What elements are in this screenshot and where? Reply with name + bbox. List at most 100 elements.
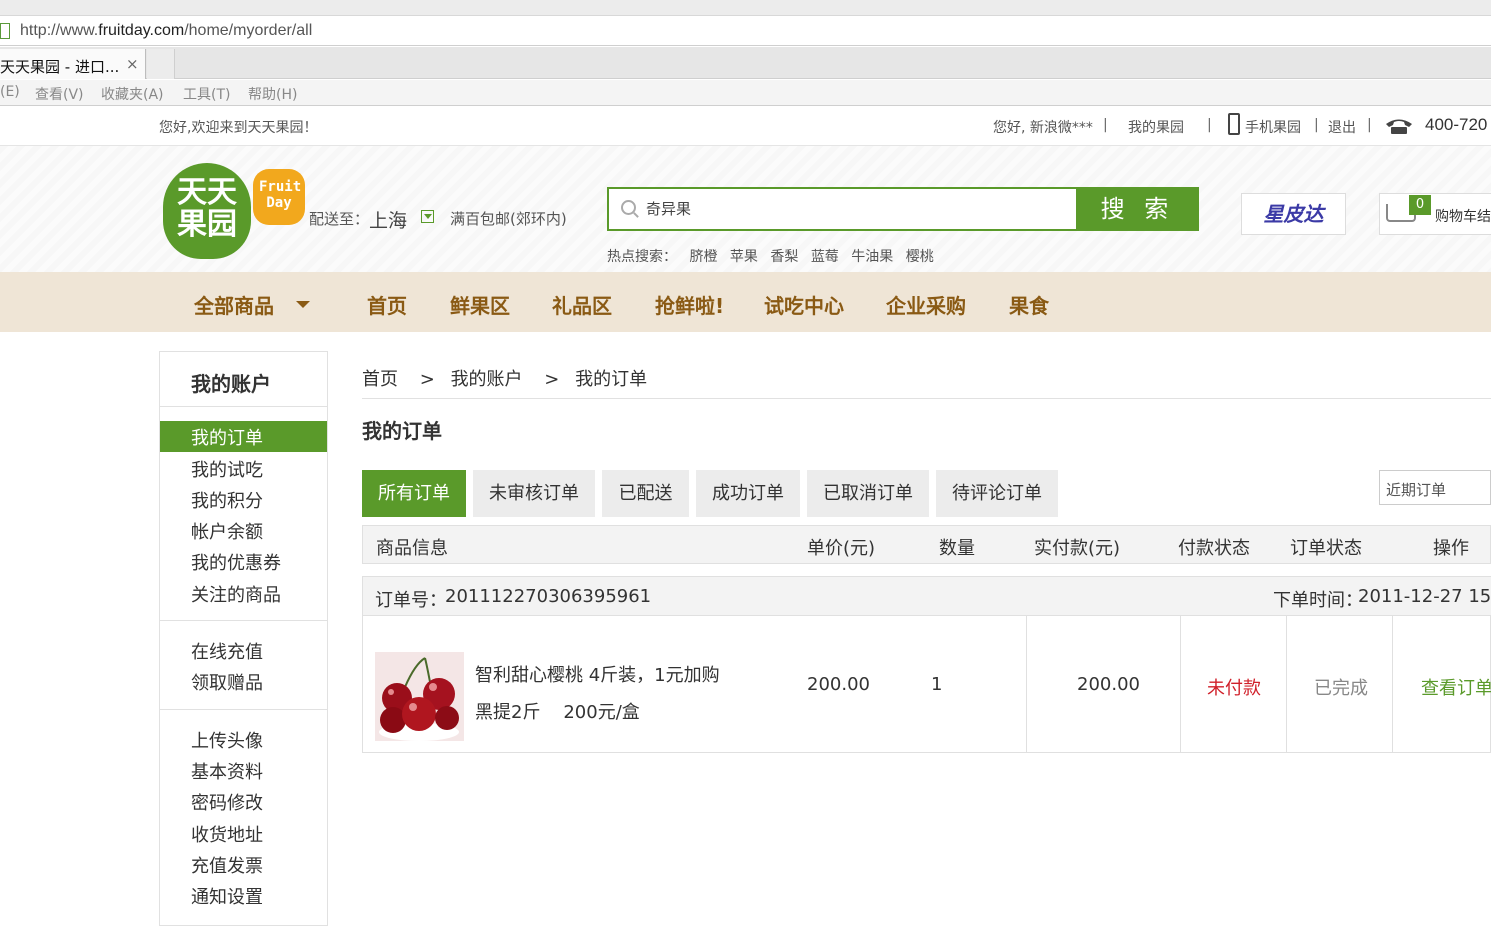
- product-image[interactable]: [375, 652, 464, 741]
- tab-cancelled[interactable]: 已取消订单: [807, 470, 929, 517]
- user-greeting[interactable]: 您好, 新浪微***: [993, 117, 1093, 137]
- nav-item-home[interactable]: 首页: [367, 290, 407, 319]
- cart-count-badge: 0: [1409, 195, 1431, 215]
- search-box[interactable]: [607, 187, 1077, 231]
- nav-item-trial[interactable]: 试吃中心: [764, 290, 844, 319]
- tab-successful[interactable]: 成功订单: [696, 470, 800, 517]
- site-favicon-icon: [0, 23, 10, 39]
- order-row-header: 订单号： 201112270306395961 下单时间： 2011-12-27…: [363, 577, 1491, 616]
- sidebar-divider: [160, 620, 327, 621]
- hot-search-term[interactable]: 樱桃: [906, 249, 934, 265]
- product-spec: 黑提2斤 200元/盒: [475, 702, 640, 723]
- quantity: 1: [931, 674, 943, 695]
- sidebar-item-avatar[interactable]: 上传头像: [191, 727, 263, 753]
- column-divider: [1286, 616, 1287, 753]
- hot-search-term[interactable]: 苹果: [730, 249, 758, 265]
- address-bar[interactable]: http://www.fruitday.com/home/myorder/all: [0, 16, 1491, 46]
- hot-search-term[interactable]: 牛油果: [851, 249, 893, 265]
- hot-search-term[interactable]: 蓝莓: [811, 249, 839, 265]
- deliver-city[interactable]: 上海: [369, 206, 407, 233]
- close-icon[interactable]: ×: [126, 55, 139, 73]
- hot-search-bar: 热点搜索： 脐橙 苹果 香梨 蓝莓 牛油果 樱桃: [607, 246, 942, 266]
- column-divider: [1180, 616, 1181, 753]
- topbar-separator: |: [1103, 117, 1108, 133]
- menu-favorites[interactable]: 收藏夹(A): [101, 84, 164, 104]
- partner-logo[interactable]: 星皮达: [1241, 193, 1346, 235]
- view-order-link[interactable]: 查看订单: [1421, 674, 1491, 700]
- sidebar-item-password[interactable]: 密码修改: [191, 789, 263, 815]
- tab-delivered[interactable]: 已配送: [602, 470, 689, 517]
- breadcrumb-home[interactable]: 首页: [362, 369, 398, 390]
- menu-help[interactable]: 帮助(H): [248, 84, 297, 104]
- url-text[interactable]: http://www.fruitday.com/home/myorder/all: [20, 22, 312, 40]
- sidebar-item-recharge[interactable]: 在线充值: [191, 638, 263, 664]
- nav-item-fruit-food[interactable]: 果食: [1009, 290, 1049, 319]
- nav-item-enterprise[interactable]: 企业采购: [886, 290, 966, 319]
- column-paid: 实付款(元): [1034, 538, 1121, 559]
- sidebar-item-profile[interactable]: 基本资料: [191, 758, 263, 784]
- order-number-label: 订单号：: [375, 590, 447, 611]
- column-action: 操作: [1433, 538, 1469, 559]
- site-header: 天天果园 Fruit Day 配送至： 上海 满百包邮(郊环内) 搜 索 热点搜…: [0, 146, 1491, 272]
- sidebar-divider: [160, 709, 327, 710]
- telephone-icon: [1386, 119, 1412, 134]
- hot-search-term[interactable]: 脐橙: [689, 249, 717, 265]
- column-product-info: 商品信息: [376, 538, 448, 559]
- account-sidebar: 我的账户 我的订单 我的试吃 我的积分 帐户余额 我的优惠券 关注的商品 在线充…: [159, 351, 328, 926]
- order-time-label: 下单时间：: [1273, 590, 1363, 611]
- url-domain: fruitday.com: [98, 22, 185, 39]
- hot-search-term[interactable]: 香梨: [770, 249, 798, 265]
- payment-status: 未付款: [1207, 678, 1261, 699]
- new-tab-button[interactable]: [147, 49, 175, 79]
- search-input[interactable]: [646, 199, 1066, 217]
- browser-menu-bar: (E) 查看(V) 收藏夹(A) 工具(T) 帮助(H): [0, 80, 1491, 106]
- sidebar-item-my-orders[interactable]: 我的订单: [191, 424, 263, 450]
- sidebar-item-my-points[interactable]: 我的积分: [191, 487, 263, 513]
- recent-orders-select[interactable]: 近期订单: [1379, 470, 1491, 505]
- sidebar-item-address[interactable]: 收货地址: [191, 821, 263, 847]
- product-name[interactable]: 智利甜心樱桃 4斤装，1元加购: [475, 661, 720, 687]
- hot-search-label: 热点搜索：: [607, 249, 677, 265]
- nav-all-products[interactable]: 全部商品: [194, 290, 274, 319]
- tab-strip: 天天果园 - 进口... ×: [0, 47, 1491, 79]
- column-unit-price: 单价(元): [807, 538, 876, 559]
- city-dropdown-icon[interactable]: [421, 210, 434, 223]
- menu-tools[interactable]: 工具(T): [183, 84, 230, 104]
- browser-tab[interactable]: 天天果园 - 进口... ×: [0, 49, 146, 79]
- mobile-phone-icon: [1228, 113, 1240, 135]
- sidebar-item-notifications[interactable]: 通知设置: [191, 883, 263, 909]
- chevron-down-icon[interactable]: [296, 301, 310, 308]
- order-number: 201112270306395961: [445, 586, 652, 607]
- logo-badge-text: Fruit Day: [259, 179, 302, 211]
- mobile-fruitday-link[interactable]: 手机果园: [1245, 117, 1301, 137]
- sidebar-item-coupons[interactable]: 我的优惠券: [191, 549, 281, 575]
- breadcrumb-account[interactable]: 我的账户: [451, 369, 523, 390]
- fruitday-logo[interactable]: 天天果园: [163, 163, 251, 259]
- menu-edit[interactable]: (E): [0, 84, 20, 100]
- sidebar-item-invoice[interactable]: 充值发票: [191, 852, 263, 878]
- column-divider: [1392, 616, 1393, 753]
- nav-item-fresh-fruit[interactable]: 鲜果区: [450, 290, 510, 319]
- tab-pending-review[interactable]: 待评论订单: [936, 470, 1058, 517]
- order-time: 2011-12-27 15:06: [1358, 586, 1491, 607]
- tab-unreviewed[interactable]: 未审核订单: [473, 470, 595, 517]
- logo-text: 天天果园: [177, 175, 237, 242]
- tab-all-orders[interactable]: 所有订单: [362, 470, 466, 517]
- cart-button[interactable]: 0 购物车结: [1379, 193, 1491, 235]
- browser-tab-title: 天天果园 - 进口...: [0, 58, 120, 76]
- logout-link[interactable]: 退出: [1328, 117, 1356, 137]
- url-path: /home/myorder/all: [184, 22, 313, 39]
- my-fruitday-link[interactable]: 我的果园: [1128, 117, 1184, 137]
- nav-item-flash-sale[interactable]: 抢鲜啦!: [655, 290, 724, 319]
- search-button[interactable]: 搜 索: [1076, 187, 1199, 231]
- sidebar-item-followed[interactable]: 关注的商品: [191, 581, 281, 607]
- orders-table-header: 商品信息 单价(元) 数量 实付款(元) 付款状态 订单状态 操作: [362, 525, 1491, 564]
- menu-view[interactable]: 查看(V): [35, 84, 84, 104]
- sidebar-item-gifts[interactable]: 领取赠品: [191, 669, 263, 695]
- sidebar-item-my-trials[interactable]: 我的试吃: [191, 456, 263, 482]
- sidebar-item-balance[interactable]: 帐户余额: [191, 518, 263, 544]
- paid-amount: 200.00: [1077, 674, 1140, 695]
- cart-label: 购物车结: [1435, 209, 1491, 225]
- nav-item-gifts[interactable]: 礼品区: [552, 290, 612, 319]
- welcome-text: 您好,欢迎来到天天果园！: [159, 120, 318, 136]
